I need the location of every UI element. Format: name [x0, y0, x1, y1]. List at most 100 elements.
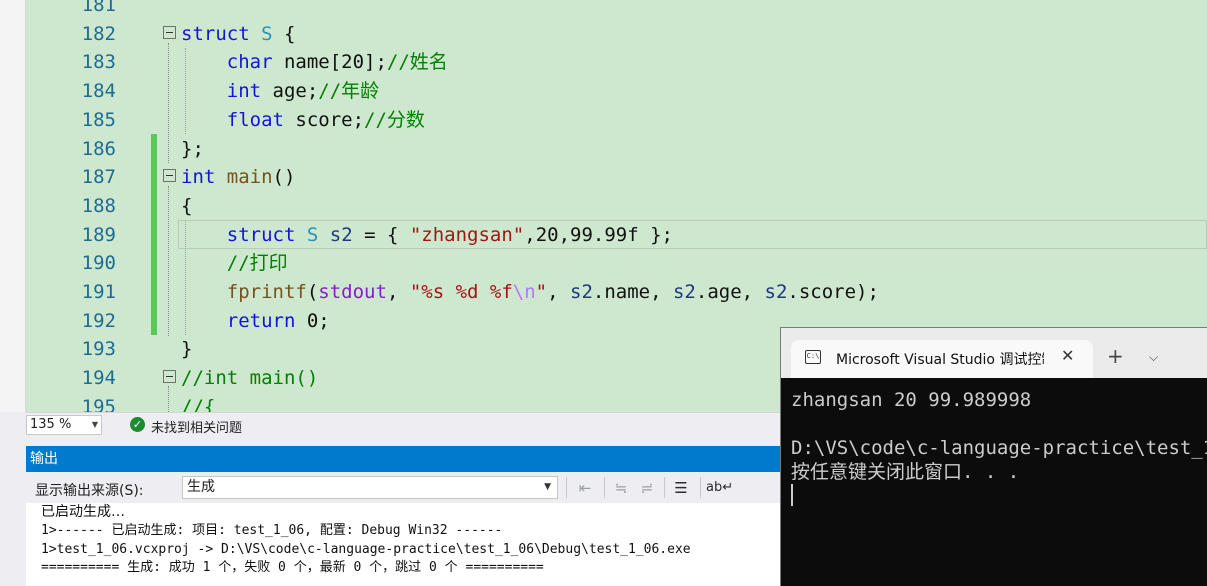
code-token: "zhangsan" — [409, 223, 525, 246]
code-token: " — [535, 281, 548, 303]
fold-toggle-struct[interactable] — [163, 26, 176, 39]
go-to-previous-message-icon[interactable]: ⇤ — [574, 477, 596, 499]
toolbar-separator — [700, 477, 701, 498]
console-tab[interactable]: C:\ Microsoft Visual Studio 调试控制台 ✕ — [791, 340, 1093, 378]
chevron-down-icon[interactable]: ⌵ — [1149, 350, 1158, 365]
issues-status[interactable]: 未找到相关问题 — [151, 417, 242, 436]
output-text-area[interactable]: 已启动生成… 1>------ 已启动生成: 项目: test_1_06, 配置… — [26, 503, 786, 586]
code-token: () — [272, 166, 296, 189]
code-line[interactable]: fprintf(stdout, "%s %d %f\n", s2.name, s… — [181, 278, 879, 307]
output-line: ========== 生成: 成功 1 个，失败 0 个，最新 0 个，跳过 0… — [41, 560, 544, 575]
console-title-bar: C:\ Microsoft Visual Studio 调试控制台 ✕ + ⌵ — [781, 328, 1207, 378]
code-line[interactable]: struct S s2 = { "zhangsan",20,99.99f }; — [181, 221, 673, 250]
close-icon[interactable]: ✕ — [1061, 346, 1074, 365]
text-cursor — [791, 484, 793, 506]
code-token: s2 — [329, 223, 353, 246]
code-line[interactable]: int age;//年龄 — [181, 77, 379, 106]
toolbar-separator — [604, 477, 605, 498]
console-line: 按任意键关闭此窗口. . . — [791, 461, 1020, 483]
code-token: , — [547, 281, 571, 303]
line-number: 185 — [81, 108, 116, 131]
code-line[interactable]: char name[20];//姓名 — [181, 48, 448, 77]
output-source-value: 生成 — [187, 479, 215, 495]
find-previous-icon[interactable]: ≒ — [610, 477, 632, 499]
code-token: , — [386, 281, 410, 303]
fold-toggle-comment[interactable] — [163, 370, 176, 383]
code-line[interactable]: int main() — [181, 163, 295, 192]
editor-left-strip — [0, 0, 26, 412]
debug-console-window[interactable]: C:\ Microsoft Visual Studio 调试控制台 ✕ + ⌵ … — [780, 327, 1207, 586]
code-line[interactable]: }; — [181, 135, 204, 164]
code-line[interactable]: return 0; — [181, 307, 330, 336]
code-token: S — [261, 22, 273, 45]
code-token: return — [226, 309, 296, 332]
code-token: //{ — [181, 395, 216, 412]
output-source-select[interactable]: 生成 ▼ — [182, 476, 558, 499]
line-number: 188 — [81, 194, 116, 217]
output-line: 1>test_1_06.vcxproj -> D:\VS\code\c-lang… — [41, 542, 691, 557]
clear-all-icon[interactable]: ☰ — [670, 477, 692, 499]
output-source-label: 显示输出来源(S): — [35, 483, 144, 499]
code-token: struct — [181, 22, 250, 45]
code-token: name[20]; — [272, 51, 387, 74]
code-token: age; — [261, 80, 319, 103]
code-line[interactable]: //打印 — [181, 249, 288, 278]
code-token: //年龄 — [318, 80, 380, 103]
code-line[interactable]: //{ — [181, 393, 215, 412]
line-number: 195 — [81, 395, 116, 412]
code-token: .name, — [592, 281, 673, 303]
fold-guide — [168, 386, 169, 412]
code-token: S — [306, 223, 319, 246]
output-pane-title: 输出 — [26, 446, 786, 472]
line-number: 186 — [81, 137, 116, 160]
code-line[interactable]: //int main() — [181, 364, 318, 393]
line-number: 181 — [81, 0, 116, 16]
code-token: s2 — [764, 281, 788, 303]
code-line[interactable]: { — [181, 192, 192, 221]
code-token: char — [226, 51, 273, 74]
code-token: //int main() — [181, 367, 319, 390]
console-line: zhangsan 20 99.989998 — [791, 389, 1032, 411]
chevron-down-icon: ▼ — [91, 420, 98, 429]
code-token: stdout — [318, 281, 387, 303]
toolbar-separator — [566, 477, 567, 498]
line-number: 184 — [81, 80, 116, 103]
line-number: 187 — [81, 166, 116, 189]
terminal-icon: C:\ — [805, 350, 821, 364]
editor-margin — [26, 0, 54, 412]
code-line[interactable]: struct S { — [181, 20, 295, 49]
change-bar — [151, 163, 157, 335]
code-token: fprintf — [226, 281, 307, 303]
zoom-dropdown[interactable]: 135 % ▼ — [26, 415, 102, 435]
code-token: //打印 — [226, 252, 288, 275]
find-next-icon[interactable]: ≓ — [636, 477, 658, 499]
code-token: .age, — [695, 281, 765, 303]
output-toolbar: 显示输出来源(S): 生成 ▼ ⇤ ≒ ≓ ☰ ab↵ — [26, 472, 786, 503]
code-token: "%s %d %f — [409, 281, 513, 303]
line-number: 182 — [81, 22, 116, 45]
new-tab-icon[interactable]: + — [1107, 346, 1124, 366]
code-line[interactable]: float score;//分数 — [181, 106, 425, 135]
zoom-value: 135 % — [30, 417, 72, 432]
code-token: float — [226, 108, 284, 131]
change-bar — [151, 134, 157, 163]
word-wrap-icon[interactable]: ab↵ — [706, 477, 733, 499]
fold-toggle-main[interactable] — [163, 169, 176, 182]
check-circle-icon: ✓ — [130, 417, 145, 432]
code-token: struct — [226, 223, 296, 246]
line-number: 183 — [81, 51, 116, 74]
code-token: .score); — [787, 281, 879, 303]
code-token: = { — [352, 223, 410, 246]
code-token: int — [181, 166, 216, 189]
code-token: int — [226, 80, 262, 103]
code-token: }; — [181, 137, 204, 160]
code-line[interactable]: } — [181, 335, 192, 364]
line-number: 191 — [81, 281, 116, 303]
line-number: 193 — [81, 338, 116, 361]
